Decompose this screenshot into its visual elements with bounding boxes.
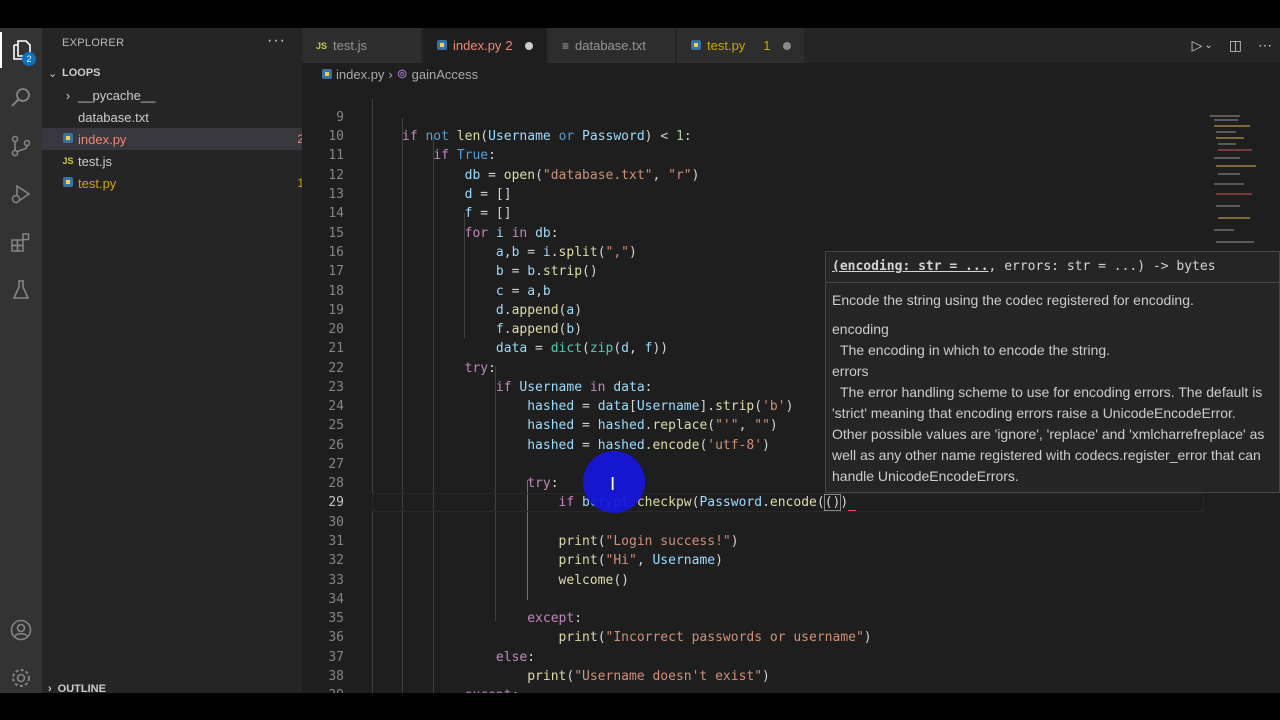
code-line: 36 print("Incorrect passwords or usernam…: [328, 630, 872, 645]
code-line: 34: [328, 592, 344, 607]
python-file-icon: [437, 39, 447, 52]
text-file-icon: ≡: [562, 38, 570, 53]
code-line: 10 if not len(Username or Password) < 1:: [328, 129, 692, 144]
python-file-icon: [322, 67, 332, 82]
tab-test-js[interactable]: JS test.js: [302, 28, 422, 63]
sidebar-title: EXPLORER: [62, 37, 125, 49]
testing-flask-icon[interactable]: [0, 272, 42, 308]
tab-label: test.py: [707, 38, 746, 53]
tree-item-label: test.py: [78, 175, 117, 191]
tree-item-label: index.py: [78, 131, 127, 147]
more-actions-icon[interactable]: ···: [267, 32, 286, 50]
code-line: 14 f = []: [328, 206, 512, 221]
run-icon[interactable]: ▷: [1192, 37, 1203, 54]
outline-section-header[interactable]: › OUTLINE: [42, 683, 302, 693]
tab-database-txt[interactable]: ≡ database.txt: [548, 28, 676, 63]
split-editor-icon[interactable]: ◫: [1229, 37, 1242, 54]
top-letterbox: [0, 0, 1280, 28]
settings-gear-icon[interactable]: [0, 660, 42, 693]
tab-problem-count: 1: [763, 38, 771, 53]
chevron-right-icon: ›: [48, 683, 52, 693]
tab-index-py[interactable]: index.py 2: [423, 28, 547, 63]
folder-section-header[interactable]: ⌄ LOOPS: [42, 63, 302, 83]
code-line: 33 welcome(): [328, 573, 629, 588]
chevron-right-icon: ›: [388, 66, 393, 82]
code-line: 13 d = []: [328, 187, 512, 202]
tab-test-py[interactable]: test.py 1: [677, 28, 805, 63]
code-line: 31 print("Login success!"): [328, 534, 739, 549]
tab-label: test.js: [333, 38, 367, 53]
more-actions-icon[interactable]: ⋯: [1258, 37, 1272, 54]
code-line: 32 print("Hi", Username): [328, 553, 723, 568]
chevron-right-icon: ›: [65, 87, 71, 103]
explorer-badge: 2: [22, 52, 36, 66]
hover-signature: (encoding: str = ..., errors: str = ...)…: [826, 252, 1280, 283]
code-line: 35 except:: [328, 611, 583, 626]
tab-label: index.py: [453, 38, 502, 53]
hover-param-name: errors: [832, 363, 869, 379]
javascript-file-icon: JS: [62, 156, 74, 166]
vscode-window: 2 EXPLORER ··· ⌄ LOOPS › __pycache__ dat…: [0, 28, 1280, 693]
explorer-sidebar: EXPLORER ··· ⌄ LOOPS › __pycache__ datab…: [42, 28, 320, 693]
unsaved-dot-icon[interactable]: [782, 41, 791, 50]
python-file-icon: [691, 39, 701, 52]
tree-item-label: __pycache__: [78, 87, 156, 103]
tree-item-test-js[interactable]: JS test.js: [42, 150, 320, 172]
javascript-file-icon: JS: [316, 40, 328, 51]
tree-item-label: database.txt: [78, 109, 149, 125]
tab-problem-count: 2: [505, 38, 513, 53]
code-line: 30: [328, 515, 344, 530]
explorer-icon[interactable]: 2: [0, 32, 44, 68]
breadcrumb-symbol[interactable]: gainAccess: [412, 67, 478, 82]
source-control-icon[interactable]: [0, 128, 42, 164]
chevron-down-icon[interactable]: ⌄: [1204, 40, 1212, 51]
hover-description: Encode the string using the codec regist…: [832, 292, 1194, 308]
hover-documentation: Encode the string using the codec regist…: [832, 290, 1272, 487]
hover-tooltip: (encoding: str = ..., errors: str = ...)…: [825, 251, 1280, 493]
extensions-icon[interactable]: [0, 224, 42, 260]
editor-tab-bar: JS test.js index.py 2 ≡ database.txt tes…: [302, 28, 1280, 63]
hover-param-desc: The encoding in which to encode the stri…: [840, 342, 1111, 358]
breadcrumb: index.py › ⊚ gainAccess: [302, 63, 1280, 85]
tree-item-index-py[interactable]: index.py 2: [42, 128, 320, 150]
function-symbol-icon: ⊚: [396, 66, 408, 81]
code-line: 37 else:: [328, 650, 536, 665]
chevron-down-icon: ⌄: [48, 67, 58, 80]
search-icon[interactable]: [0, 80, 42, 116]
code-line: 12 db = open("database.txt", "r"): [328, 168, 700, 183]
unsaved-dot-icon[interactable]: [524, 41, 533, 50]
code-line: 9: [336, 110, 344, 125]
tree-item-database-txt[interactable]: database.txt: [42, 106, 320, 128]
account-icon[interactable]: [0, 612, 42, 648]
run-debug-icon[interactable]: [0, 176, 42, 212]
activity-bar: 2: [0, 28, 42, 693]
bottom-letterbox: [0, 693, 1280, 720]
code-line: 39 except:: [302, 686, 1202, 693]
code-line: 11 if True:: [328, 148, 496, 163]
hover-param-desc: The error handling scheme to use for enc…: [832, 384, 1265, 484]
tree-item-test-py[interactable]: test.py 1: [42, 172, 320, 194]
tree-item-pycache[interactable]: › __pycache__: [42, 84, 320, 106]
code-line: 38 print("Username doesn't exist"): [328, 669, 770, 684]
breadcrumb-file[interactable]: index.py: [336, 67, 384, 82]
editor-actions: ▷ ⌄ ◫ ⋯: [1184, 28, 1280, 63]
folder-name: LOOPS: [62, 67, 101, 79]
code-line: 15 for i in db:: [328, 226, 559, 241]
hover-param-name: encoding: [832, 321, 889, 337]
tab-label: database.txt: [575, 38, 646, 53]
python-file-icon: [60, 177, 76, 189]
tree-item-label: test.js: [78, 153, 112, 169]
text-cursor-icon: I: [610, 474, 616, 495]
code-line-current: 29 if bcrypt.checkpw(Password.encode(()): [302, 493, 1204, 512]
python-file-icon: [60, 133, 76, 145]
